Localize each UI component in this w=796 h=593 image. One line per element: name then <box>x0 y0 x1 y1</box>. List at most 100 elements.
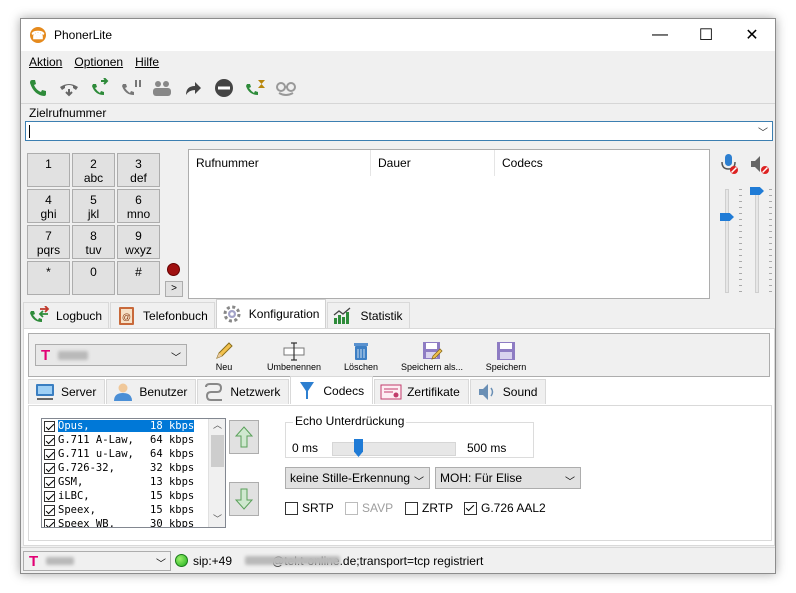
music-on-hold-select[interactable]: MOH: Für Elise ﹀ <box>435 467 581 489</box>
rename-profile-button[interactable]: Umbenennen <box>259 340 329 372</box>
gear-icon <box>221 303 243 325</box>
call-log-icon <box>28 305 50 327</box>
save-profile-as-button[interactable]: Speichern als... <box>395 340 469 372</box>
profile-dropdown[interactable]: T ﹀ <box>35 344 187 366</box>
codec-checkbox[interactable] <box>44 490 55 502</box>
speaker-mute-icon[interactable] <box>749 153 771 178</box>
column-header-rufnummer[interactable]: Rufnummer <box>189 150 371 176</box>
minimize-button[interactable]: — <box>637 19 683 51</box>
codec-checkbox[interactable] <box>44 420 55 432</box>
dial-phone-icon[interactable] <box>27 77 49 99</box>
key-star[interactable]: * <box>27 261 70 295</box>
key-4[interactable]: 4 ghi <box>27 189 70 223</box>
codec-row[interactable]: GSM, 13 kbps <box>42 475 225 489</box>
scrollbar-thumb[interactable] <box>211 435 224 467</box>
microphone-mute-icon[interactable] <box>719 153 739 178</box>
conference-icon[interactable] <box>151 77 173 99</box>
codec-row[interactable]: G.726-32, 32 kbps <box>42 461 225 475</box>
key-8[interactable]: 8 tuv <box>72 225 115 259</box>
move-codec-down-button[interactable] <box>229 482 259 516</box>
key-2[interactable]: 2 abc <box>72 153 115 187</box>
codec-row[interactable]: Speex WB, 30 kbps <box>42 517 225 527</box>
close-button[interactable]: ✕ <box>729 19 775 51</box>
srtp-checkbox[interactable]: SRTP <box>285 501 334 515</box>
key-5[interactable]: 5 jkl <box>72 189 115 223</box>
checkbox-box[interactable] <box>464 501 477 515</box>
key-7[interactable]: 7 pqrs <box>27 225 70 259</box>
maximize-button[interactable]: ☐ <box>683 19 729 51</box>
record-icon[interactable] <box>167 263 180 276</box>
subtab-netzwerk[interactable]: Netzwerk <box>197 379 290 404</box>
g726-aal2-checkbox[interactable]: G.726 AAL2 <box>464 501 546 515</box>
chevron-down-icon[interactable]: ﹀ <box>209 513 225 527</box>
chevron-down-icon[interactable]: ﹀ <box>758 124 768 139</box>
subtab-server[interactable]: Server <box>28 379 106 404</box>
codec-list-scrollbar[interactable]: ︿ ﹀ <box>208 419 225 527</box>
speaker-volume-track[interactable] <box>755 189 759 293</box>
codec-row[interactable]: G.711 u-Law, 64 kbps <box>42 447 225 461</box>
subtab-codecs[interactable]: Codecs <box>290 376 374 404</box>
codec-checkbox[interactable] <box>44 434 55 446</box>
key-1[interactable]: 1 <box>27 153 70 187</box>
save-profile-button[interactable]: Speichern <box>481 340 531 372</box>
calls-table[interactable]: Rufnummer Dauer Codecs <box>188 149 710 299</box>
rename-field-icon <box>282 340 306 362</box>
key-6[interactable]: 6 mno <box>117 189 160 223</box>
column-header-codecs[interactable]: Codecs <box>495 150 709 176</box>
echo-slider-track[interactable] <box>332 442 456 456</box>
menu-hilfe[interactable]: Hilfe <box>135 55 159 69</box>
new-profile-button[interactable]: Neu <box>204 340 244 372</box>
tab-statistik-label: Statistik <box>360 308 403 323</box>
zrtp-checkbox[interactable]: ZRTP <box>405 501 453 515</box>
tab-logbuch[interactable]: Logbuch <box>23 302 110 328</box>
subtab-sound[interactable]: Sound <box>469 379 547 404</box>
checkbox-box[interactable] <box>405 501 418 515</box>
key-0[interactable]: 0 <box>72 261 115 295</box>
key-9[interactable]: 9 wxyz <box>117 225 160 259</box>
hold-call-icon[interactable] <box>120 77 142 99</box>
redacted-profile-name <box>46 557 74 565</box>
expand-button[interactable]: > <box>165 281 183 297</box>
tab-statistik[interactable]: Statistik <box>327 302 410 328</box>
codec-row[interactable]: iLBC, 15 kbps <box>42 489 225 503</box>
tab-konfiguration[interactable]: Konfiguration <box>215 299 327 328</box>
key-hash[interactable]: # <box>117 261 160 295</box>
codec-row[interactable]: Speex, 15 kbps <box>42 503 225 517</box>
savp-checkbox[interactable]: SAVP <box>345 501 393 515</box>
codec-checkbox[interactable] <box>44 448 55 460</box>
codec-checkbox[interactable] <box>44 476 55 488</box>
move-codec-up-button[interactable] <box>229 420 259 454</box>
speaker-volume-thumb[interactable] <box>750 187 764 195</box>
codec-checkbox[interactable] <box>44 462 55 474</box>
save-profile-label: Speichern <box>485 362 527 372</box>
microphone-volume-thumb[interactable] <box>720 213 734 221</box>
subtab-zertifikate[interactable]: Zertifikate <box>374 379 469 404</box>
anonymous-mask-icon[interactable] <box>275 77 297 99</box>
target-number-combobox[interactable]: ﹀ <box>25 121 773 141</box>
codec-checkbox[interactable] <box>44 504 55 516</box>
codec-row[interactable]: Opus, 18 kbps <box>42 419 225 433</box>
status-profile-dropdown[interactable]: T ﹀ <box>23 551 171 571</box>
tab-telefonbuch[interactable]: @ Telefonbuch <box>110 302 215 328</box>
accept-call-icon[interactable] <box>89 77 111 99</box>
silence-detection-select[interactable]: keine Stille-Erkennung ﹀ <box>285 467 430 489</box>
codec-list[interactable]: Opus, 18 kbps G.711 A-Law, 64 kbps G.711 u… <box>41 418 226 528</box>
key-3[interactable]: 3 def <box>117 153 160 187</box>
codec-row[interactable]: G.711 A-Law, 64 kbps <box>42 433 225 447</box>
menu-aktion[interactable]: Aktion <box>29 55 62 69</box>
settings-subtabs: Server Benutzer Netzwerk Codecs Zertifik… <box>28 376 547 405</box>
menu-optionen[interactable]: Optionen <box>74 55 123 69</box>
delete-profile-button[interactable]: Löschen <box>339 340 383 372</box>
chevron-up-icon[interactable]: ︿ <box>209 419 225 433</box>
subtab-benutzer[interactable]: Benutzer <box>106 379 197 404</box>
forward-call-icon[interactable] <box>182 77 204 99</box>
do-not-disturb-icon[interactable] <box>213 77 235 99</box>
codec-checkbox[interactable] <box>44 518 55 527</box>
checkbox-box[interactable] <box>285 501 298 515</box>
echo-max-label: 500 ms <box>467 441 507 455</box>
hangup-icon[interactable] <box>58 77 80 99</box>
checkbox-box[interactable] <box>345 501 358 515</box>
call-timer-icon[interactable] <box>244 77 266 99</box>
microphone-volume-track[interactable] <box>725 189 729 293</box>
column-header-dauer[interactable]: Dauer <box>371 150 495 176</box>
